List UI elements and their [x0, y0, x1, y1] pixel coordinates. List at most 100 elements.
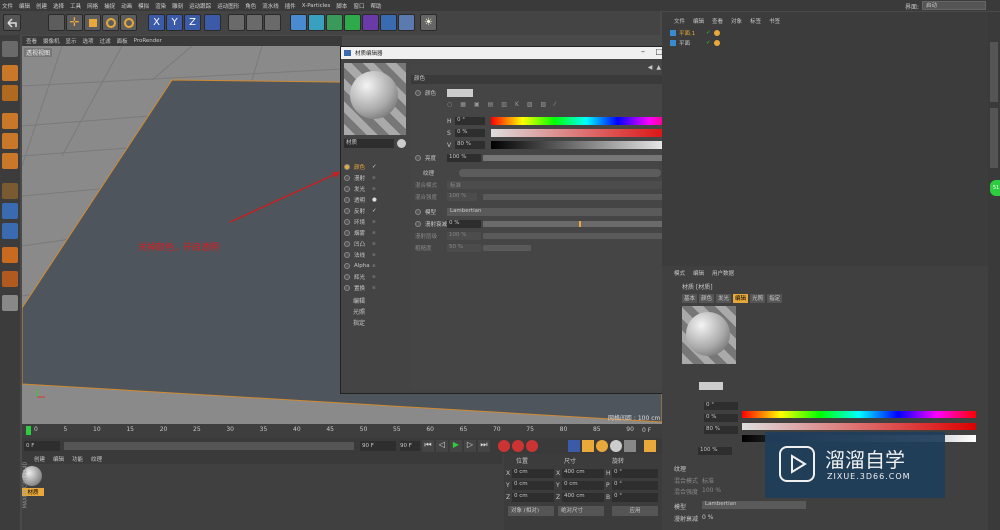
menu-tools[interactable]: 工具	[70, 2, 81, 10]
diffuse-falloff-field[interactable]: 0 %	[447, 220, 481, 228]
play-icon[interactable]: ▶	[450, 440, 462, 452]
mix-mode-select[interactable]: 标准	[447, 181, 681, 189]
channel-normal[interactable]: 法线 ▪	[344, 250, 376, 260]
checkbox-icon[interactable]: ▪	[372, 175, 376, 181]
channel-glow[interactable]: 辉光 ▪	[344, 272, 376, 282]
menu-help[interactable]: 帮助	[370, 2, 381, 10]
material-name-field[interactable]: 材质	[344, 139, 394, 148]
vp-menu-filter[interactable]: 过滤	[100, 37, 111, 45]
key-rotation-icon[interactable]	[596, 440, 608, 452]
channel-diffuse[interactable]: 漫射 ▪	[344, 173, 376, 183]
key-position-icon[interactable]	[568, 440, 580, 452]
check-icon[interactable]: ✓	[372, 208, 377, 214]
tab-color[interactable]: 颜色	[699, 294, 715, 303]
attr-brightness-field[interactable]: 100 %	[698, 447, 732, 455]
object-row[interactable]: 平面.1 ✓	[670, 28, 750, 37]
size-y-field[interactable]: 0 cm	[562, 481, 604, 490]
menu-edit[interactable]: 编辑	[19, 2, 30, 10]
recent-tools-icon[interactable]	[120, 14, 137, 31]
diffuse-falloff-slider[interactable]	[483, 221, 681, 227]
assignment-page[interactable]: 指定	[353, 318, 365, 327]
channel-transparency[interactable]: 透明 ●	[344, 195, 377, 205]
prev-key-icon[interactable]: ◁	[436, 440, 448, 452]
subdivision-icon[interactable]	[326, 14, 343, 31]
diffuse-level-slider[interactable]	[483, 233, 681, 239]
attr-model-select[interactable]: Lambertian	[702, 501, 806, 509]
checkbox-icon[interactable]: ▪	[372, 186, 376, 192]
channel-toggle[interactable]	[344, 186, 350, 192]
menu-plugins[interactable]: 插件	[285, 2, 296, 10]
render-settings-icon[interactable]	[264, 14, 281, 31]
texture-mode-icon[interactable]	[2, 85, 18, 101]
v-field[interactable]: 80 %	[455, 141, 485, 149]
model-mode-icon[interactable]	[2, 41, 18, 57]
picker-swatch-icon[interactable]: ▨	[541, 101, 547, 109]
menu-animate[interactable]: 动画	[121, 2, 132, 10]
pos-y-field[interactable]: 0 cm	[512, 481, 554, 490]
timeline-window-icon[interactable]	[644, 440, 656, 452]
points-mode-icon[interactable]	[2, 113, 18, 129]
channel-toggle[interactable]	[344, 164, 350, 170]
tab-illumination[interactable]: 光照	[750, 294, 766, 303]
mm-menu-function[interactable]: 功能	[72, 455, 83, 463]
material-tag-icon[interactable]	[713, 29, 720, 36]
anim-dot[interactable]	[415, 155, 421, 161]
start-frame-field[interactable]: 0 F	[24, 441, 60, 451]
timeline[interactable]: 0 5 10 15 20 25 30 35 40 45 50 55 60 65 …	[22, 424, 662, 438]
checkbox-icon[interactable]: ▪	[372, 263, 376, 269]
menu-select[interactable]: 选择	[53, 2, 64, 10]
visibility-icon[interactable]: ✓	[706, 40, 711, 46]
channel-color[interactable]: 颜色 ✓	[344, 162, 377, 172]
key-pla-icon[interactable]	[624, 440, 636, 452]
material-options-icon[interactable]	[397, 139, 406, 148]
brightness-slider[interactable]	[483, 155, 681, 161]
select-arrow-icon[interactable]	[48, 14, 65, 31]
channel-toggle[interactable]	[344, 285, 350, 291]
menu-file[interactable]: 文件	[2, 2, 13, 10]
om-menu-bookmarks[interactable]: 书签	[769, 17, 780, 25]
channel-alpha[interactable]: Alpha ▪	[344, 261, 376, 271]
color-swatch[interactable]	[447, 89, 473, 97]
end-frame-field[interactable]: 90 F	[360, 441, 396, 451]
move-icon[interactable]: ✛	[66, 14, 83, 31]
vp-menu-options[interactable]: 选项	[83, 37, 94, 45]
anim-dot[interactable]	[415, 209, 421, 215]
channel-toggle[interactable]	[344, 197, 350, 203]
key-scale-icon[interactable]	[582, 440, 594, 452]
material-tag-icon[interactable]	[713, 39, 720, 46]
minimize-icon[interactable]: –	[641, 47, 645, 56]
attr-v-field[interactable]: 80 %	[704, 426, 738, 434]
value-slider[interactable]	[491, 141, 681, 149]
keyframe-selection-icon[interactable]	[526, 440, 538, 452]
checkbox-icon[interactable]: ▪	[372, 241, 376, 247]
menu-simulate[interactable]: 模拟	[138, 2, 149, 10]
mix-strength-field[interactable]: 100 %	[447, 193, 477, 201]
pos-z-field[interactable]: 0 cm	[512, 493, 554, 502]
pos-x-field[interactable]: 0 cm	[512, 469, 554, 478]
scale-icon[interactable]	[84, 14, 101, 31]
end-frame-field-2[interactable]: 90 F	[400, 441, 420, 451]
menu-mesh[interactable]: 网格	[87, 2, 98, 10]
apply-button[interactable]: 应用	[612, 506, 658, 516]
hue-slider[interactable]	[491, 117, 681, 125]
attr-color-swatch[interactable]	[699, 382, 723, 390]
picker-rgb-icon[interactable]: ▤	[488, 101, 494, 109]
menu-render[interactable]: 渲染	[155, 2, 166, 10]
anim-dot[interactable]	[415, 221, 421, 227]
frame-range-slider[interactable]	[64, 442, 354, 450]
checkbox-icon[interactable]: ●	[372, 197, 377, 203]
undo-icon[interactable]	[3, 14, 21, 31]
channel-reflectance[interactable]: 反射 ✓	[344, 206, 377, 216]
channel-toggle[interactable]	[344, 241, 350, 247]
picker-spectrum-icon[interactable]: ▦	[460, 101, 466, 109]
mm-menu-texture[interactable]: 纹理	[91, 455, 102, 463]
edges-mode-icon[interactable]	[2, 133, 18, 149]
vp-menu-prorender[interactable]: ProRender	[134, 38, 162, 44]
menu-window[interactable]: 窗口	[353, 2, 364, 10]
tab-luminance[interactable]: 发光	[716, 294, 732, 303]
roughness-slider[interactable]	[483, 245, 531, 251]
record-icon[interactable]	[498, 440, 510, 452]
size-z-field[interactable]: 400 cm	[562, 493, 604, 502]
picker-wheel-icon[interactable]: ○	[447, 101, 452, 109]
side-tab[interactable]	[990, 108, 998, 168]
